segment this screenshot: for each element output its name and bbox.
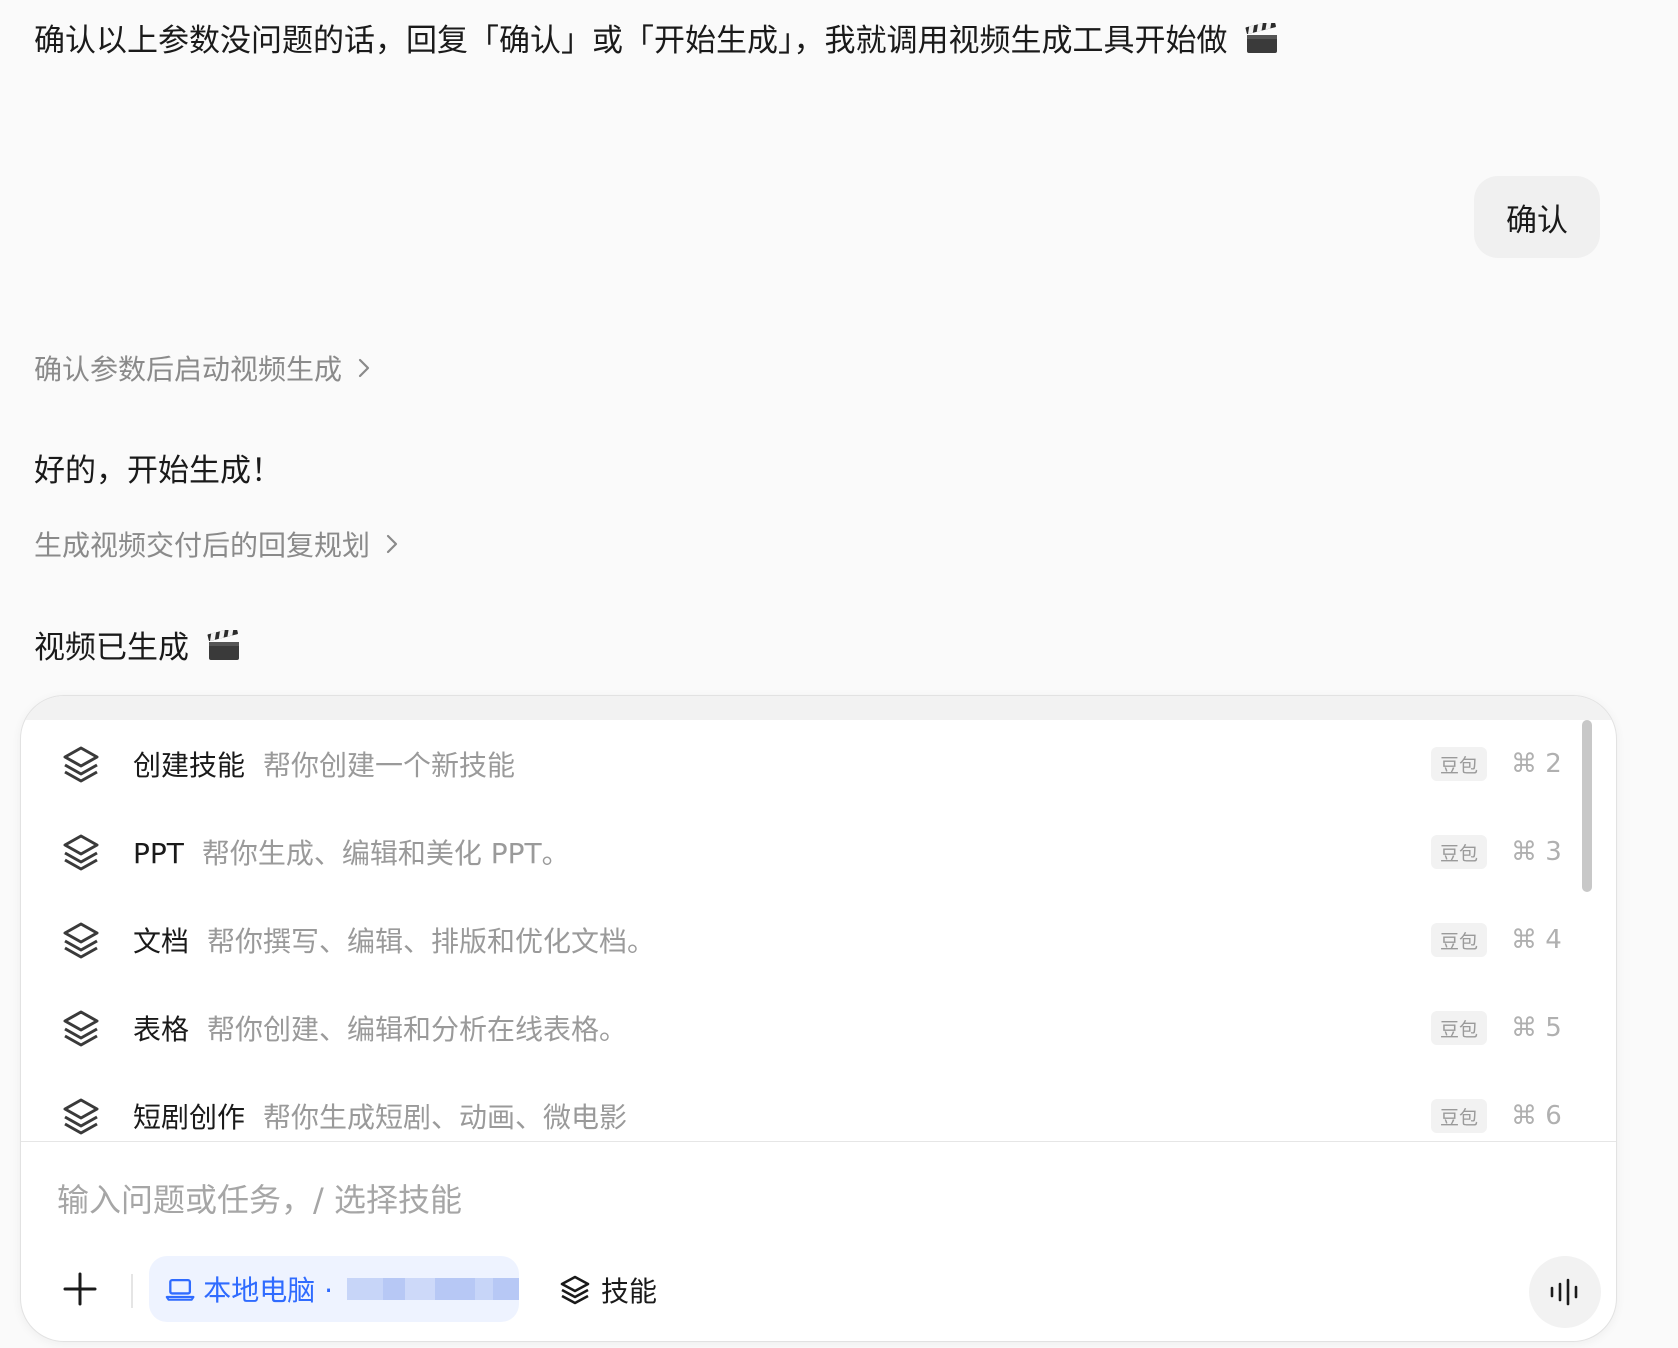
layers-icon — [63, 1098, 99, 1135]
layers-icon — [63, 834, 99, 871]
layers-icon — [63, 922, 99, 959]
assistant-message-prompt: 确认以上参数没问题的话，回复「确认」或「开始生成」，我就调用视频生成工具开始做 — [34, 19, 1279, 63]
laptop-icon — [165, 1278, 195, 1301]
skill-text: 创建技能 帮你创建一个新技能 — [133, 744, 515, 784]
clapperboard-icon — [1245, 23, 1278, 53]
assistant-message-start: 好的，开始生成！ — [34, 449, 282, 493]
thought-toggle-1[interactable]: 确认参数后启动视频生成 — [34, 348, 374, 388]
skill-shortcut: ⌘ 3 — [1511, 837, 1562, 867]
assistant-message-done-text: 视频已生成 — [34, 630, 189, 666]
skill-item-short-drama[interactable]: 短剧创作 帮你生成短剧、动画、微电影 豆包 ⌘ 6 — [21, 1072, 1591, 1136]
composer-toolbar: 本地电脑 · 技能 — [21, 1256, 1616, 1332]
skill-source-badge: 豆包 — [1431, 835, 1487, 869]
composer-panel: 创建技能 帮你创建一个新技能 豆包 ⌘ 2 PPT 帮你生成、编辑和美化 PPT… — [20, 695, 1617, 1342]
skill-shortcut: ⌘ 6 — [1511, 1101, 1562, 1131]
skill-text: 表格 帮你创建、编辑和分析在线表格。 — [133, 1008, 627, 1048]
skill-description: 帮你创建、编辑和分析在线表格。 — [207, 1013, 628, 1046]
layers-icon — [63, 746, 99, 783]
environment-label: 本地电脑 · — [203, 1274, 333, 1307]
chevron-right-icon — [386, 534, 398, 554]
user-message-bubble: 确认 — [1474, 176, 1600, 258]
skill-description: 帮你生成短剧、动画、微电影 — [263, 1101, 628, 1134]
skill-source-badge: 豆包 — [1431, 747, 1487, 781]
skill-item-spreadsheet[interactable]: 表格 帮你创建、编辑和分析在线表格。 豆包 ⌘ 5 — [21, 984, 1591, 1072]
composer-top-band — [21, 696, 1616, 720]
assistant-message-start-text: 好的，开始生成！ — [34, 453, 282, 489]
skill-source-badge: 豆包 — [1431, 1011, 1487, 1045]
skill-source-badge: 豆包 — [1431, 1099, 1487, 1133]
skills-button[interactable]: 技能 — [559, 1262, 657, 1318]
skill-name: 表格 — [133, 1013, 190, 1046]
assistant-message-done: 视频已生成 — [34, 626, 241, 670]
skill-description: 帮你创建一个新技能 — [263, 749, 516, 782]
skill-name: PPT — [133, 837, 184, 870]
skill-item-document[interactable]: 文档 帮你撰写、编辑、排版和优化文档。 豆包 ⌘ 4 — [21, 896, 1591, 984]
skill-list-scrollbar[interactable] — [1582, 720, 1592, 892]
layers-icon — [63, 1010, 99, 1047]
skill-description: 帮你撰写、编辑、排版和优化文档。 — [207, 925, 656, 958]
assistant-message-prompt-text: 确认以上参数没问题的话，回复「确认」或「开始生成」，我就调用视频生成工具开始做 — [34, 23, 1228, 59]
skills-button-label: 技能 — [601, 1275, 658, 1308]
user-message-text: 确认 — [1506, 202, 1568, 239]
voice-input-button[interactable] — [1529, 1256, 1601, 1328]
thought-label-2: 生成视频交付后的回复规划 — [34, 529, 371, 562]
skill-text: PPT 帮你生成、编辑和美化 PPT。 — [133, 832, 570, 872]
environment-selector[interactable]: 本地电脑 · — [149, 1256, 519, 1322]
clapperboard-icon — [207, 630, 239, 660]
thought-toggle-2[interactable]: 生成视频交付后的回复规划 — [34, 524, 402, 564]
skill-shortcut: ⌘ 4 — [1511, 925, 1562, 955]
plus-icon[interactable] — [59, 1268, 101, 1310]
waveform-icon — [1550, 1278, 1578, 1306]
skill-suggestion-list: 创建技能 帮你创建一个新技能 豆包 ⌘ 2 PPT 帮你生成、编辑和美化 PPT… — [21, 720, 1616, 1136]
chat-area: 确认以上参数没问题的话，回复「确认」或「开始生成」，我就调用视频生成工具开始做 … — [0, 0, 1678, 700]
composer-divider — [21, 1141, 1616, 1142]
toolbar-separator — [131, 1274, 133, 1308]
skill-source-badge: 豆包 — [1431, 923, 1487, 957]
skill-description: 帮你生成、编辑和美化 PPT。 — [201, 837, 570, 870]
task-input[interactable] — [57, 1176, 1457, 1224]
skill-shortcut: ⌘ 5 — [1511, 1013, 1562, 1043]
skill-name: 短剧创作 — [133, 1101, 246, 1134]
skill-item-ppt[interactable]: PPT 帮你生成、编辑和美化 PPT。 豆包 ⌘ 3 — [21, 808, 1591, 896]
skill-name: 创建技能 — [133, 749, 246, 782]
skill-shortcut: ⌘ 2 — [1511, 749, 1562, 779]
skill-item-create-skill[interactable]: 创建技能 帮你创建一个新技能 豆包 ⌘ 2 — [21, 720, 1591, 808]
skill-text: 文档 帮你撰写、编辑、排版和优化文档。 — [133, 920, 655, 960]
skill-text: 短剧创作 帮你生成短剧、动画、微电影 — [133, 1096, 627, 1136]
redacted-device-name — [347, 1278, 519, 1300]
thought-label-1: 确认参数后启动视频生成 — [34, 353, 343, 386]
chevron-right-icon — [358, 358, 370, 378]
layers-icon — [560, 1275, 590, 1305]
skill-name: 文档 — [133, 925, 190, 958]
